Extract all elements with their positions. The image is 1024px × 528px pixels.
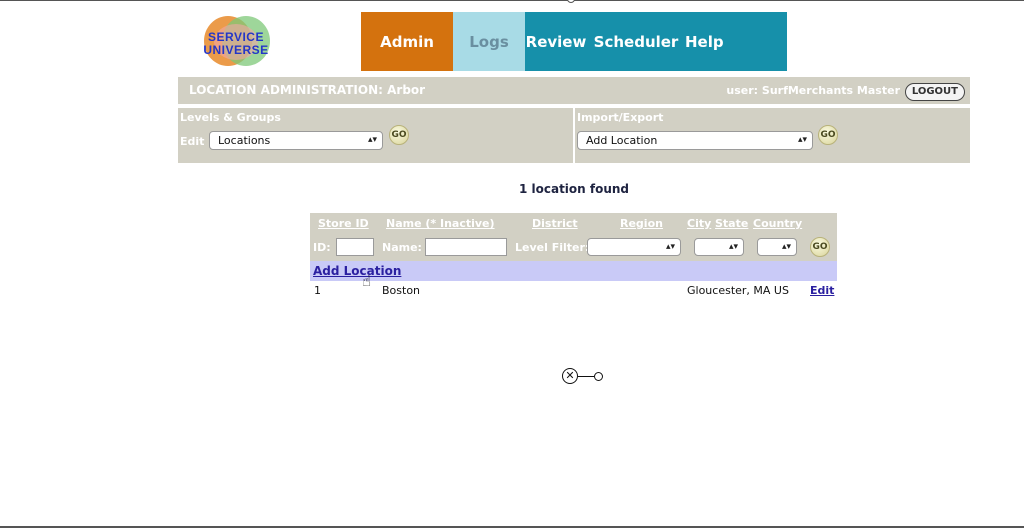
chevron-updown-icon: ▴▾ [781,242,791,252]
logo-text-line1: SERVICE [208,30,264,44]
top-handle-icon [567,0,575,3]
levels-go-button[interactable]: GO [389,125,409,145]
import-export-select-value: Add Location [586,134,658,147]
name-filter-label: Name: [382,241,422,254]
results-count-text: 1 location found [518,182,630,196]
levels-groups-panel: Levels & Groups Edit Locations ▴▾ GO [178,108,573,163]
table-row: 1 Boston Gloucester, MA US Edit [310,284,837,300]
id-filter-input[interactable] [336,238,374,256]
tab-help-label: Help [685,32,724,51]
location-header-bar: LOCATION ADMINISTRATION: Arbor user: Sur… [178,77,970,104]
level-filter-label: Level Filter: [515,241,590,254]
name-filter-input[interactable] [425,238,507,256]
tab-logs[interactable]: Logs [453,12,525,71]
row-name: Boston [382,284,421,297]
levels-select-value: Locations [218,134,271,147]
country-filter-select[interactable]: ▴▾ [757,238,797,256]
top-border [0,0,1024,1]
level-filter-select[interactable]: ▴▾ [587,238,681,256]
chevron-updown-icon: ▴▾ [665,242,675,252]
logo-text-line2: UNIVERSE [203,43,269,57]
user-label: user: SurfMerchants Master [726,84,900,97]
tab-review[interactable]: Review [525,12,587,71]
levels-groups-title: Levels & Groups [180,111,281,124]
chevron-updown-icon: ▴▾ [728,242,738,252]
results-count: 1 location found [0,182,1024,196]
row-location: Gloucester, MA US [687,284,789,297]
row-edit-link[interactable]: Edit [810,284,834,297]
import-export-go-button[interactable]: GO [818,125,838,145]
tab-scheduler[interactable]: Scheduler [587,12,685,71]
id-filter-label: ID: [313,241,331,254]
import-export-select[interactable]: Add Location ▴▾ [577,131,813,150]
filter-go-button[interactable]: GO [810,237,830,257]
header-store-id[interactable]: Store ID [318,217,369,230]
add-location-row: Add Location [310,261,837,281]
pin-widget[interactable]: ✕ [562,368,606,386]
logout-button[interactable]: LOGOUT [904,83,965,101]
edit-label: Edit [180,135,205,148]
add-location-link[interactable]: Add Location [313,264,401,278]
main-nav: Admin Logs Review Scheduler Help [361,12,787,71]
service-universe-logo: SERVICE UNIVERSE [196,14,276,70]
close-circle-icon[interactable]: ✕ [562,368,578,384]
header-state[interactable]: State [715,217,748,230]
connector-line [578,376,594,377]
header-city[interactable]: City [687,217,711,230]
chevron-updown-icon: ▴▾ [797,135,807,145]
tab-admin[interactable]: Admin [361,12,453,71]
location-table-header: Store ID Name (* Inactive) District Regi… [310,213,837,261]
header-name[interactable]: Name (* Inactive) [386,217,495,230]
connector-end-icon [594,372,603,381]
header-region[interactable]: Region [620,217,663,230]
tab-help[interactable]: Help [685,12,787,71]
header-country[interactable]: Country [753,217,802,230]
state-filter-select[interactable]: ▴▾ [694,238,744,256]
row-store-id: 1 [314,284,321,297]
import-export-title: Import/Export [577,111,664,124]
page-title: LOCATION ADMINISTRATION: Arbor [189,83,426,97]
chevron-updown-icon: ▴▾ [367,135,377,145]
levels-select[interactable]: Locations ▴▾ [209,131,383,150]
import-export-panel: Import/Export Add Location ▴▾ GO [575,108,970,163]
header-district[interactable]: District [532,217,578,230]
